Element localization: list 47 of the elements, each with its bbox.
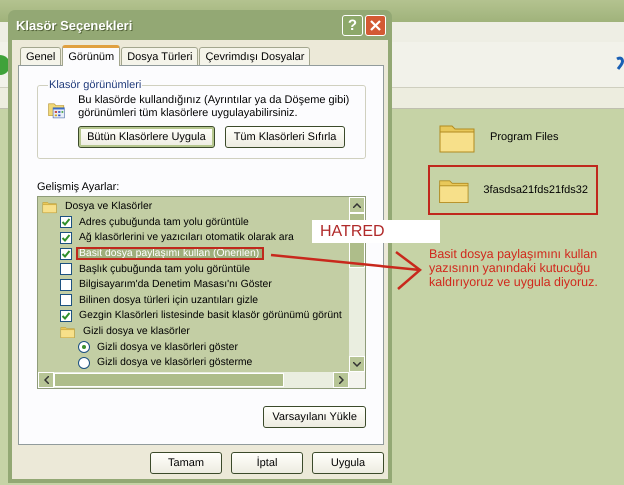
setting-label[interactable]: Bilgisayarım'da Denetim Masası'nı Göster <box>77 279 274 290</box>
tab[interactable]: Çevrimdışı Dosyalar <box>199 47 310 65</box>
setting-label[interactable]: Gezgin Klasörleri listesinde basit klasör görünümü görünt <box>77 310 344 322</box>
checkbox[interactable] <box>60 294 72 306</box>
description-text: Bu klasörde kullandığınız (Ayrıntılar ya da Döşeme gibi) görünümleri tüm klasörlere uygulayabilirsiniz. <box>78 94 350 120</box>
scrollbar-corner <box>349 372 365 388</box>
tab[interactable]: Görünüm <box>62 45 120 66</box>
dialog-button[interactable]: İptal <box>231 452 303 474</box>
dialog-title: Klasör Seçenekleri <box>16 18 132 32</box>
setting-label[interactable]: Başlık çubuğunda tam yolu görüntüle <box>77 264 252 275</box>
close-icon <box>370 20 381 30</box>
folder-icon <box>42 200 58 214</box>
checkbox[interactable] <box>60 278 72 291</box>
folder-icon <box>60 324 76 338</box>
horizontal-scrollbar[interactable] <box>38 372 349 388</box>
dialog-button[interactable]: Tamam <box>150 452 222 474</box>
checkbox[interactable] <box>60 232 72 244</box>
close-button[interactable] <box>365 14 386 36</box>
restore-defaults-button[interactable]: Varsayılanı Yükle <box>263 406 366 428</box>
setting-label[interactable]: Ağ klasörlerini ve yazıcıları otomatik olarak ara <box>77 232 296 244</box>
setting-label[interactable]: Bilinen dosya türleri için uzantıları gizle <box>77 294 260 306</box>
group-title: Klasör görünümleri <box>48 79 142 91</box>
setting-label[interactable]: Adres çubuğunda tam yolu görüntüle <box>77 216 251 228</box>
radio-button[interactable] <box>78 356 90 369</box>
annotation-note: Basit dosya paylaşımını kullan yazısının yanındaki kutucuğu kaldırıyoruz ve uygula diyoruz. <box>429 247 598 289</box>
apply-button[interactable]: Bütün Klasörlere Uygula <box>78 126 215 148</box>
scroll-right-icon[interactable] <box>333 372 349 388</box>
scroll-down-icon[interactable] <box>349 356 365 372</box>
apply-button[interactable]: Tüm Klasörleri Sıfırla <box>224 126 346 148</box>
checkbox[interactable] <box>60 216 72 228</box>
radio-button[interactable] <box>78 341 90 354</box>
scroll-up-icon[interactable] <box>349 197 365 213</box>
setting-label[interactable]: Dosya ve Klasörler <box>63 201 154 212</box>
checkbox[interactable] <box>60 248 72 260</box>
folder-item[interactable]: 3fasdsa21fds21fds32 <box>428 165 598 215</box>
dialog-button[interactable]: Uygula <box>312 452 384 474</box>
tab[interactable]: Genel <box>20 47 62 65</box>
checkbox[interactable] <box>60 310 72 322</box>
scroll-left-icon[interactable] <box>38 372 54 388</box>
checkbox[interactable] <box>60 263 72 276</box>
annotation-tag: HATRED <box>312 220 440 243</box>
folder-item[interactable]: Program Files <box>428 112 598 162</box>
setting-label[interactable]: Gizli dosya ve klasörler <box>81 326 192 338</box>
tab[interactable]: Dosya Türleri <box>121 47 198 65</box>
setting-label[interactable]: Gizli dosya ve klasörleri göster <box>95 342 240 353</box>
advanced-settings-label: Gelişmiş Ayarlar: <box>37 181 120 193</box>
setting-label[interactable]: Gizli dosya ve klasörleri gösterme <box>95 357 254 368</box>
